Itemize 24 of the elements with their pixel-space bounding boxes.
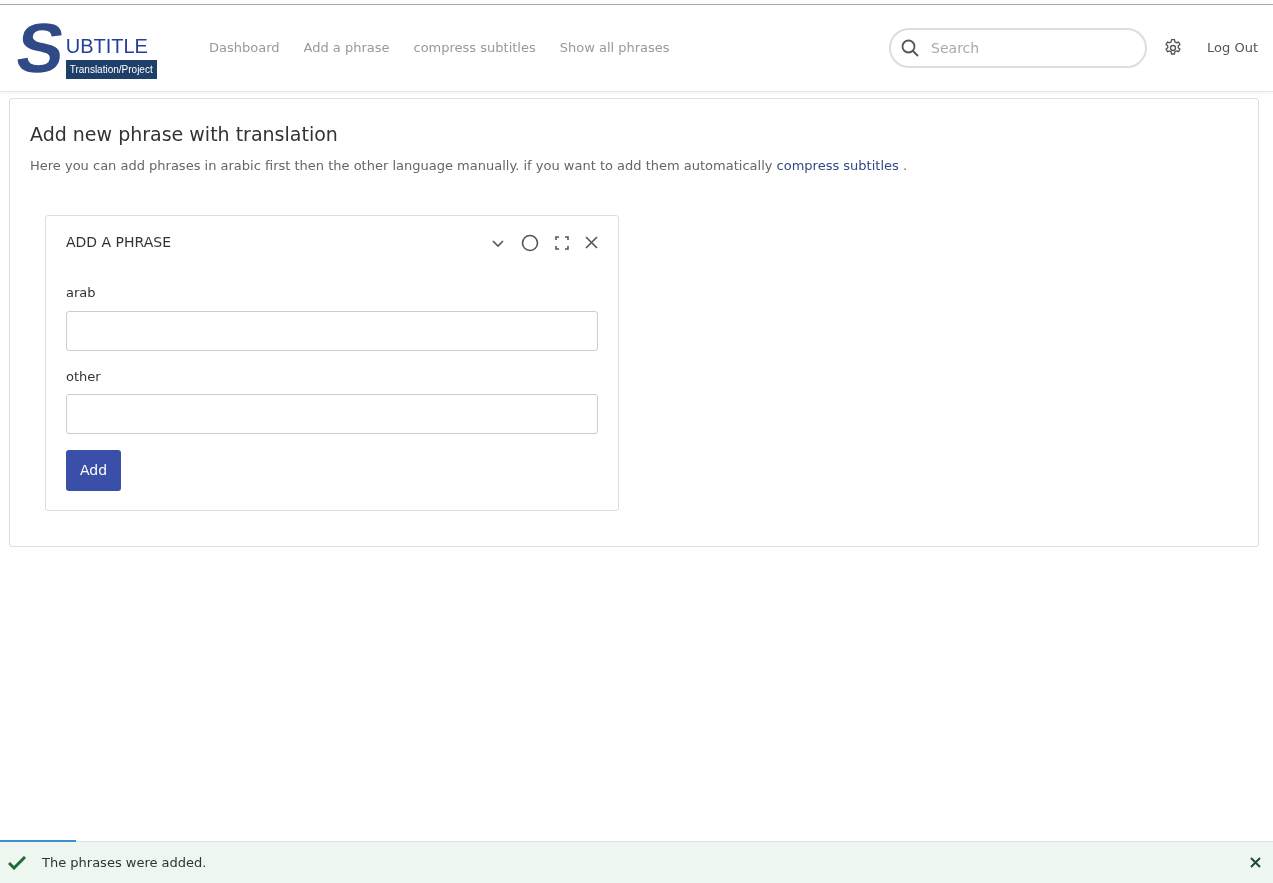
page-description: Here you can add phrases in arabic first then the other language manually. if you want to add them automatically compress subtitles .: [30, 156, 909, 175]
logo-title: UBTITLE: [65, 36, 148, 56]
check-icon: [8, 855, 26, 870]
page-title: Add new phrase with translation: [30, 123, 339, 146]
nav-link[interactable]: compress subtitles: [413, 38, 536, 58]
compress-subtitles-link[interactable]: compress subtitles: [776, 157, 899, 173]
close-icon[interactable]: [1250, 857, 1261, 868]
notification-message: The phrases were added.: [42, 853, 207, 872]
search-field[interactable]: Search: [889, 28, 1148, 68]
add-button[interactable]: Add: [66, 450, 122, 492]
nav-link[interactable]: Dashboard: [209, 38, 280, 58]
logo-subtitle: Translation/Project: [65, 60, 157, 79]
field-label: arab: [66, 284, 97, 303]
input-field[interactable]: [66, 310, 598, 351]
settings-icon[interactable]: [1163, 38, 1184, 58]
nav-link[interactable]: Add a phrase: [303, 38, 390, 58]
circle-icon[interactable]: [521, 233, 539, 252]
close-icon[interactable]: [585, 236, 598, 250]
field-label: other: [66, 367, 102, 386]
logout-link[interactable]: Log Out: [1207, 38, 1258, 58]
fullscreen-icon[interactable]: [555, 235, 569, 250]
nav-link[interactable]: Show all phrases: [559, 38, 670, 58]
widget-title: ADD A PHRASE: [66, 233, 172, 253]
input-field[interactable]: [66, 394, 598, 435]
